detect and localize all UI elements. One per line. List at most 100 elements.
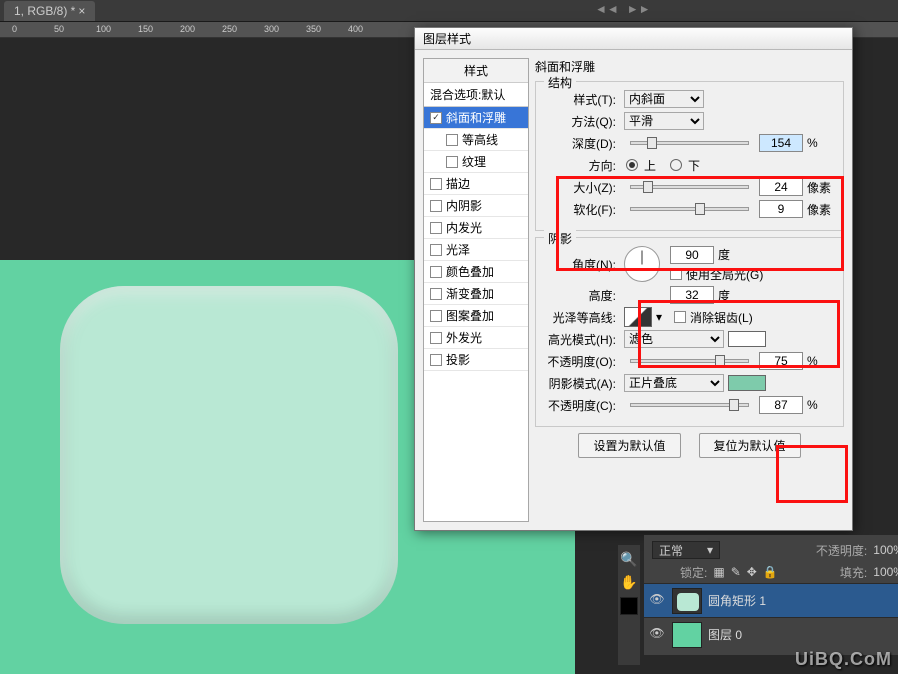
soften-unit: 像素 — [807, 201, 835, 218]
close-icon[interactable]: × — [78, 4, 85, 18]
ruler-tick: 300 — [264, 24, 279, 34]
params-panel: 斜面和浮雕 结构 样式(T): 内斜面 方法(Q): 平滑 深度(D): % — [535, 58, 844, 522]
altitude-unit: 度 — [718, 287, 730, 304]
lock-brush-icon[interactable]: ✎ — [731, 565, 741, 579]
style-list-item[interactable]: 内阴影 — [424, 195, 528, 217]
mini-tools: 🔍 ✋ — [618, 545, 640, 665]
antialias-checkbox[interactable] — [674, 311, 686, 323]
tab-next-icon[interactable]: ►► — [627, 2, 651, 16]
technique-select[interactable]: 平滑 — [624, 112, 704, 130]
structure-group: 结构 样式(T): 内斜面 方法(Q): 平滑 深度(D): % 方向: — [535, 81, 844, 231]
blending-options-default[interactable]: 混合选项:默认 — [424, 83, 528, 107]
size-slider[interactable] — [630, 185, 749, 189]
angle-label: 角度(N): — [544, 256, 620, 273]
soften-input[interactable] — [759, 200, 803, 218]
chevron-down-icon[interactable]: ▾ — [656, 310, 662, 324]
highlight-color-swatch[interactable] — [728, 331, 766, 347]
style-list-item[interactable]: 斜面和浮雕 — [424, 107, 528, 129]
reset-default-button[interactable]: 复位为默认值 — [699, 433, 801, 458]
size-unit: 像素 — [807, 179, 835, 196]
tab-prev-icon[interactable]: ◄◄ — [595, 2, 619, 16]
blend-mode-select[interactable]: 正常▾ — [652, 541, 720, 559]
shadow-color-swatch[interactable] — [728, 375, 766, 391]
style-checkbox[interactable] — [446, 156, 458, 168]
shadow-opacity-input[interactable] — [759, 396, 803, 414]
altitude-input[interactable] — [670, 286, 714, 304]
shadow-opacity-slider[interactable] — [630, 403, 749, 407]
direction-up-radio[interactable] — [626, 159, 638, 171]
style-checkbox[interactable] — [430, 178, 442, 190]
visibility-icon[interactable]: 👁 — [648, 592, 666, 610]
structure-group-title: 结构 — [544, 74, 576, 91]
highlight-opacity-slider[interactable] — [630, 359, 749, 363]
shadow-opacity-unit: % — [807, 398, 835, 412]
highlight-opacity-unit: % — [807, 354, 835, 368]
layer-row[interactable]: 👁 图层 0 — [644, 617, 898, 651]
style-checkbox[interactable] — [430, 288, 442, 300]
fill-value[interactable]: 100% — [873, 565, 898, 579]
layer-thumbnail[interactable] — [672, 588, 702, 614]
styles-list-header: 样式 — [424, 59, 528, 83]
lock-all-icon[interactable]: 🔒 — [763, 565, 778, 579]
soften-slider[interactable] — [630, 207, 749, 211]
style-item-label: 光泽 — [446, 241, 470, 258]
size-input[interactable] — [759, 178, 803, 196]
lock-move-icon[interactable]: ✥ — [747, 565, 757, 579]
ruler-tick: 400 — [348, 24, 363, 34]
style-checkbox[interactable] — [430, 222, 442, 234]
style-list-item[interactable]: 描边 — [424, 173, 528, 195]
style-list-item[interactable]: 渐变叠加 — [424, 283, 528, 305]
gloss-contour-picker[interactable] — [624, 307, 652, 327]
style-checkbox[interactable] — [430, 266, 442, 278]
layer-row[interactable]: 👁 圆角矩形 1 — [644, 583, 898, 617]
style-checkbox[interactable] — [430, 200, 442, 212]
size-label: 大小(Z): — [544, 179, 620, 196]
layer-name[interactable]: 圆角矩形 1 — [708, 592, 766, 609]
make-default-button[interactable]: 设置为默认值 — [578, 433, 680, 458]
angle-unit: 度 — [718, 246, 730, 263]
opacity-value[interactable]: 100% — [873, 543, 898, 557]
fg-bg-swatch[interactable] — [620, 597, 638, 615]
layer-thumbnail[interactable] — [672, 622, 702, 648]
style-item-label: 图案叠加 — [446, 307, 494, 324]
highlight-opacity-input[interactable] — [759, 352, 803, 370]
lock-transparency-icon[interactable]: ▦ — [713, 565, 724, 579]
style-checkbox[interactable] — [430, 112, 442, 124]
dialog-title-text: 图层样式 — [423, 30, 471, 47]
technique-label: 方法(Q): — [544, 113, 620, 130]
style-checkbox[interactable] — [430, 354, 442, 366]
antialias-label: 消除锯齿(L) — [690, 309, 753, 326]
ruler-tick: 150 — [138, 24, 153, 34]
style-checkbox[interactable] — [430, 332, 442, 344]
dialog-titlebar[interactable]: 图层样式 — [415, 28, 852, 50]
style-select[interactable]: 内斜面 — [624, 90, 704, 108]
hand-icon[interactable]: ✋ — [620, 574, 637, 591]
shadow-mode-select[interactable]: 正片叠底 — [624, 374, 724, 392]
depth-label: 深度(D): — [544, 135, 620, 152]
rounded-rectangle-shape[interactable] — [60, 286, 398, 624]
style-list-item[interactable]: 投影 — [424, 349, 528, 371]
direction-down-radio[interactable] — [670, 159, 682, 171]
search-icon[interactable]: 🔍 — [620, 551, 637, 568]
visibility-icon[interactable]: 👁 — [648, 626, 666, 644]
lock-label: 锁定: — [680, 564, 707, 581]
ruler-tick: 200 — [180, 24, 195, 34]
style-checkbox[interactable] — [430, 310, 442, 322]
depth-slider[interactable] — [630, 141, 749, 145]
style-checkbox[interactable] — [430, 244, 442, 256]
style-list-item[interactable]: 纹理 — [424, 151, 528, 173]
use-global-light-checkbox[interactable] — [670, 268, 682, 280]
style-list-item[interactable]: 图案叠加 — [424, 305, 528, 327]
style-list-item[interactable]: 光泽 — [424, 239, 528, 261]
style-list-item[interactable]: 外发光 — [424, 327, 528, 349]
angle-input[interactable] — [670, 246, 714, 264]
style-list-item[interactable]: 颜色叠加 — [424, 261, 528, 283]
angle-widget[interactable] — [624, 246, 660, 282]
style-list-item[interactable]: 内发光 — [424, 217, 528, 239]
layer-name[interactable]: 图层 0 — [708, 626, 742, 643]
style-checkbox[interactable] — [446, 134, 458, 146]
highlight-mode-select[interactable]: 滤色 — [624, 330, 724, 348]
depth-input[interactable] — [759, 134, 803, 152]
style-list-item[interactable]: 等高线 — [424, 129, 528, 151]
document-tab[interactable]: 1, RGB/8) * × — [4, 1, 95, 21]
